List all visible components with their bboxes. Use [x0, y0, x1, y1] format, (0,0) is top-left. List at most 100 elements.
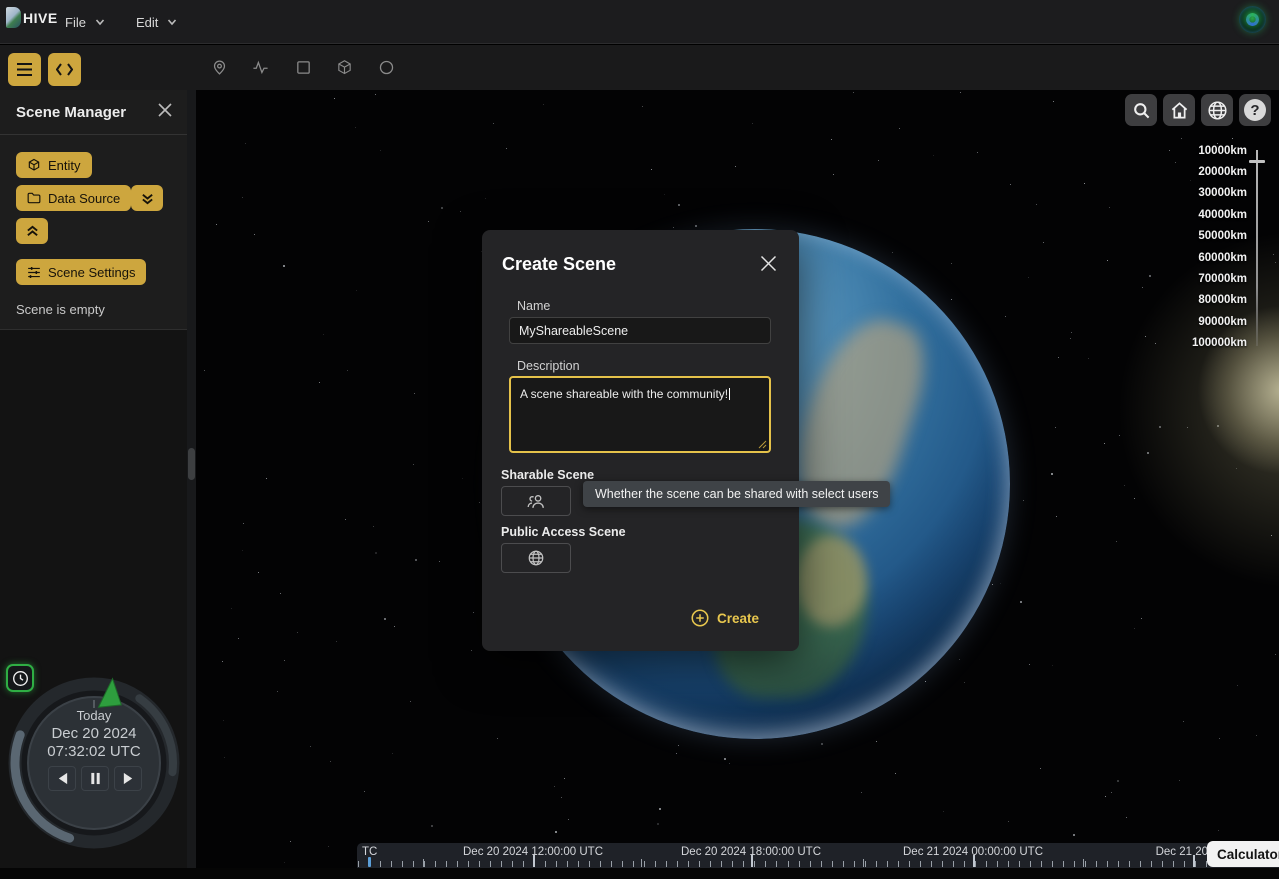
step-back-button[interactable] [48, 766, 76, 791]
timeline-tick [479, 861, 480, 867]
star [439, 561, 440, 562]
scene-empty-text: Scene is empty [16, 302, 105, 317]
circle-tool-icon[interactable] [378, 59, 395, 76]
star [242, 550, 243, 551]
timeline-tick [644, 861, 645, 867]
play-forward-button[interactable] [114, 766, 142, 791]
calculator-button[interactable]: Calculator [1207, 841, 1279, 867]
pulse-tool-icon[interactable] [252, 59, 269, 76]
timeline-current-time-marker[interactable] [368, 857, 371, 867]
public-access-scene-label: Public Access Scene [501, 525, 626, 539]
star [892, 252, 893, 253]
sharable-scene-toggle[interactable] [501, 486, 571, 516]
star [471, 650, 472, 651]
clock-mode-button[interactable] [6, 664, 34, 692]
scene-settings-button[interactable]: Scene Settings [16, 259, 146, 285]
scene-manager-toggle-button[interactable] [8, 53, 41, 86]
help-button[interactable]: ? [1239, 94, 1271, 126]
timeline-tick [1195, 861, 1196, 867]
home-view-button[interactable] [1163, 94, 1195, 126]
star [222, 661, 223, 662]
entity-button[interactable]: Entity [16, 152, 92, 178]
altitude-scale-label: 100000km [1192, 333, 1247, 354]
timeline-bar[interactable]: TCDec 20 2024 12:00:00 UTCDec 20 2024 18… [357, 843, 1279, 868]
timeline-tick [666, 861, 667, 867]
star [1159, 426, 1161, 428]
timeline-tick [1096, 861, 1097, 867]
create-scene-button[interactable]: Create [691, 609, 759, 627]
expand-all-button[interactable] [131, 185, 163, 211]
public-access-scene-toggle[interactable] [501, 543, 571, 573]
star [380, 150, 381, 151]
star [284, 660, 285, 661]
timeline-tick [358, 861, 359, 867]
scene-name-input[interactable] [509, 317, 771, 344]
star [283, 265, 285, 267]
chevron-down-icon [95, 17, 105, 27]
star [724, 758, 726, 760]
star [384, 618, 386, 620]
scrollbar-thumb[interactable] [188, 448, 195, 480]
square-tool-icon[interactable] [295, 59, 312, 76]
resize-handle-icon[interactable] [758, 440, 767, 449]
star [497, 738, 498, 739]
timeline-tick [457, 861, 458, 867]
star [568, 819, 569, 820]
star [657, 823, 659, 825]
collapse-all-button[interactable] [16, 218, 48, 244]
globe-view-button[interactable] [1201, 94, 1233, 126]
star [1111, 792, 1112, 793]
star [1040, 768, 1041, 769]
timeline-tick [1173, 861, 1174, 867]
timeline-tick [931, 861, 932, 867]
timeline-tick [810, 861, 811, 867]
timeline-tick [843, 861, 844, 867]
close-icon[interactable] [760, 255, 777, 272]
star [1134, 498, 1135, 499]
star [243, 523, 244, 524]
timeline-tick [578, 861, 579, 867]
code-icon [56, 63, 73, 76]
star [1218, 830, 1219, 831]
data-source-button[interactable]: Data Source [16, 185, 131, 211]
star [821, 743, 823, 745]
timeline-tick [1052, 861, 1053, 867]
star [676, 753, 677, 754]
altitude-scale-label: 40000km [1198, 204, 1247, 225]
timeline-tick [997, 861, 998, 867]
star [242, 197, 243, 198]
star [876, 741, 877, 742]
altitude-scale-label: 20000km [1198, 161, 1247, 182]
star [651, 169, 652, 170]
star [347, 370, 348, 371]
timeline-tick [1107, 861, 1108, 867]
timeline-tick [876, 861, 877, 867]
star [373, 526, 374, 527]
star [899, 128, 900, 129]
star [1084, 183, 1085, 184]
star [1126, 817, 1127, 818]
altitude-scale-label: 90000km [1198, 311, 1247, 332]
close-icon[interactable] [157, 102, 173, 118]
timeline-tick [754, 861, 755, 867]
star [642, 106, 643, 107]
pin-tool-icon[interactable] [211, 59, 228, 76]
star [297, 632, 298, 633]
scene-description-textarea[interactable]: A scene shareable with the community! [509, 376, 771, 453]
altitude-slider-track[interactable] [1256, 150, 1258, 346]
timeline-tick [435, 861, 436, 867]
search-button[interactable] [1125, 94, 1157, 126]
menu-edit[interactable]: Edit [136, 0, 177, 44]
menu-file[interactable]: File [65, 0, 105, 44]
code-editor-button[interactable] [48, 53, 81, 86]
timeline-tick [1074, 861, 1075, 867]
star [861, 792, 862, 793]
star [1155, 343, 1156, 344]
sidebar-scrollbar[interactable] [187, 90, 196, 868]
cube-tool-icon[interactable] [336, 59, 353, 76]
account-status-emblem[interactable] [1239, 6, 1266, 33]
timeline-tick [446, 861, 447, 867]
altitude-slider-handle[interactable] [1249, 160, 1265, 163]
pause-button[interactable] [81, 766, 109, 791]
altitude-scale-label: 70000km [1198, 268, 1247, 289]
